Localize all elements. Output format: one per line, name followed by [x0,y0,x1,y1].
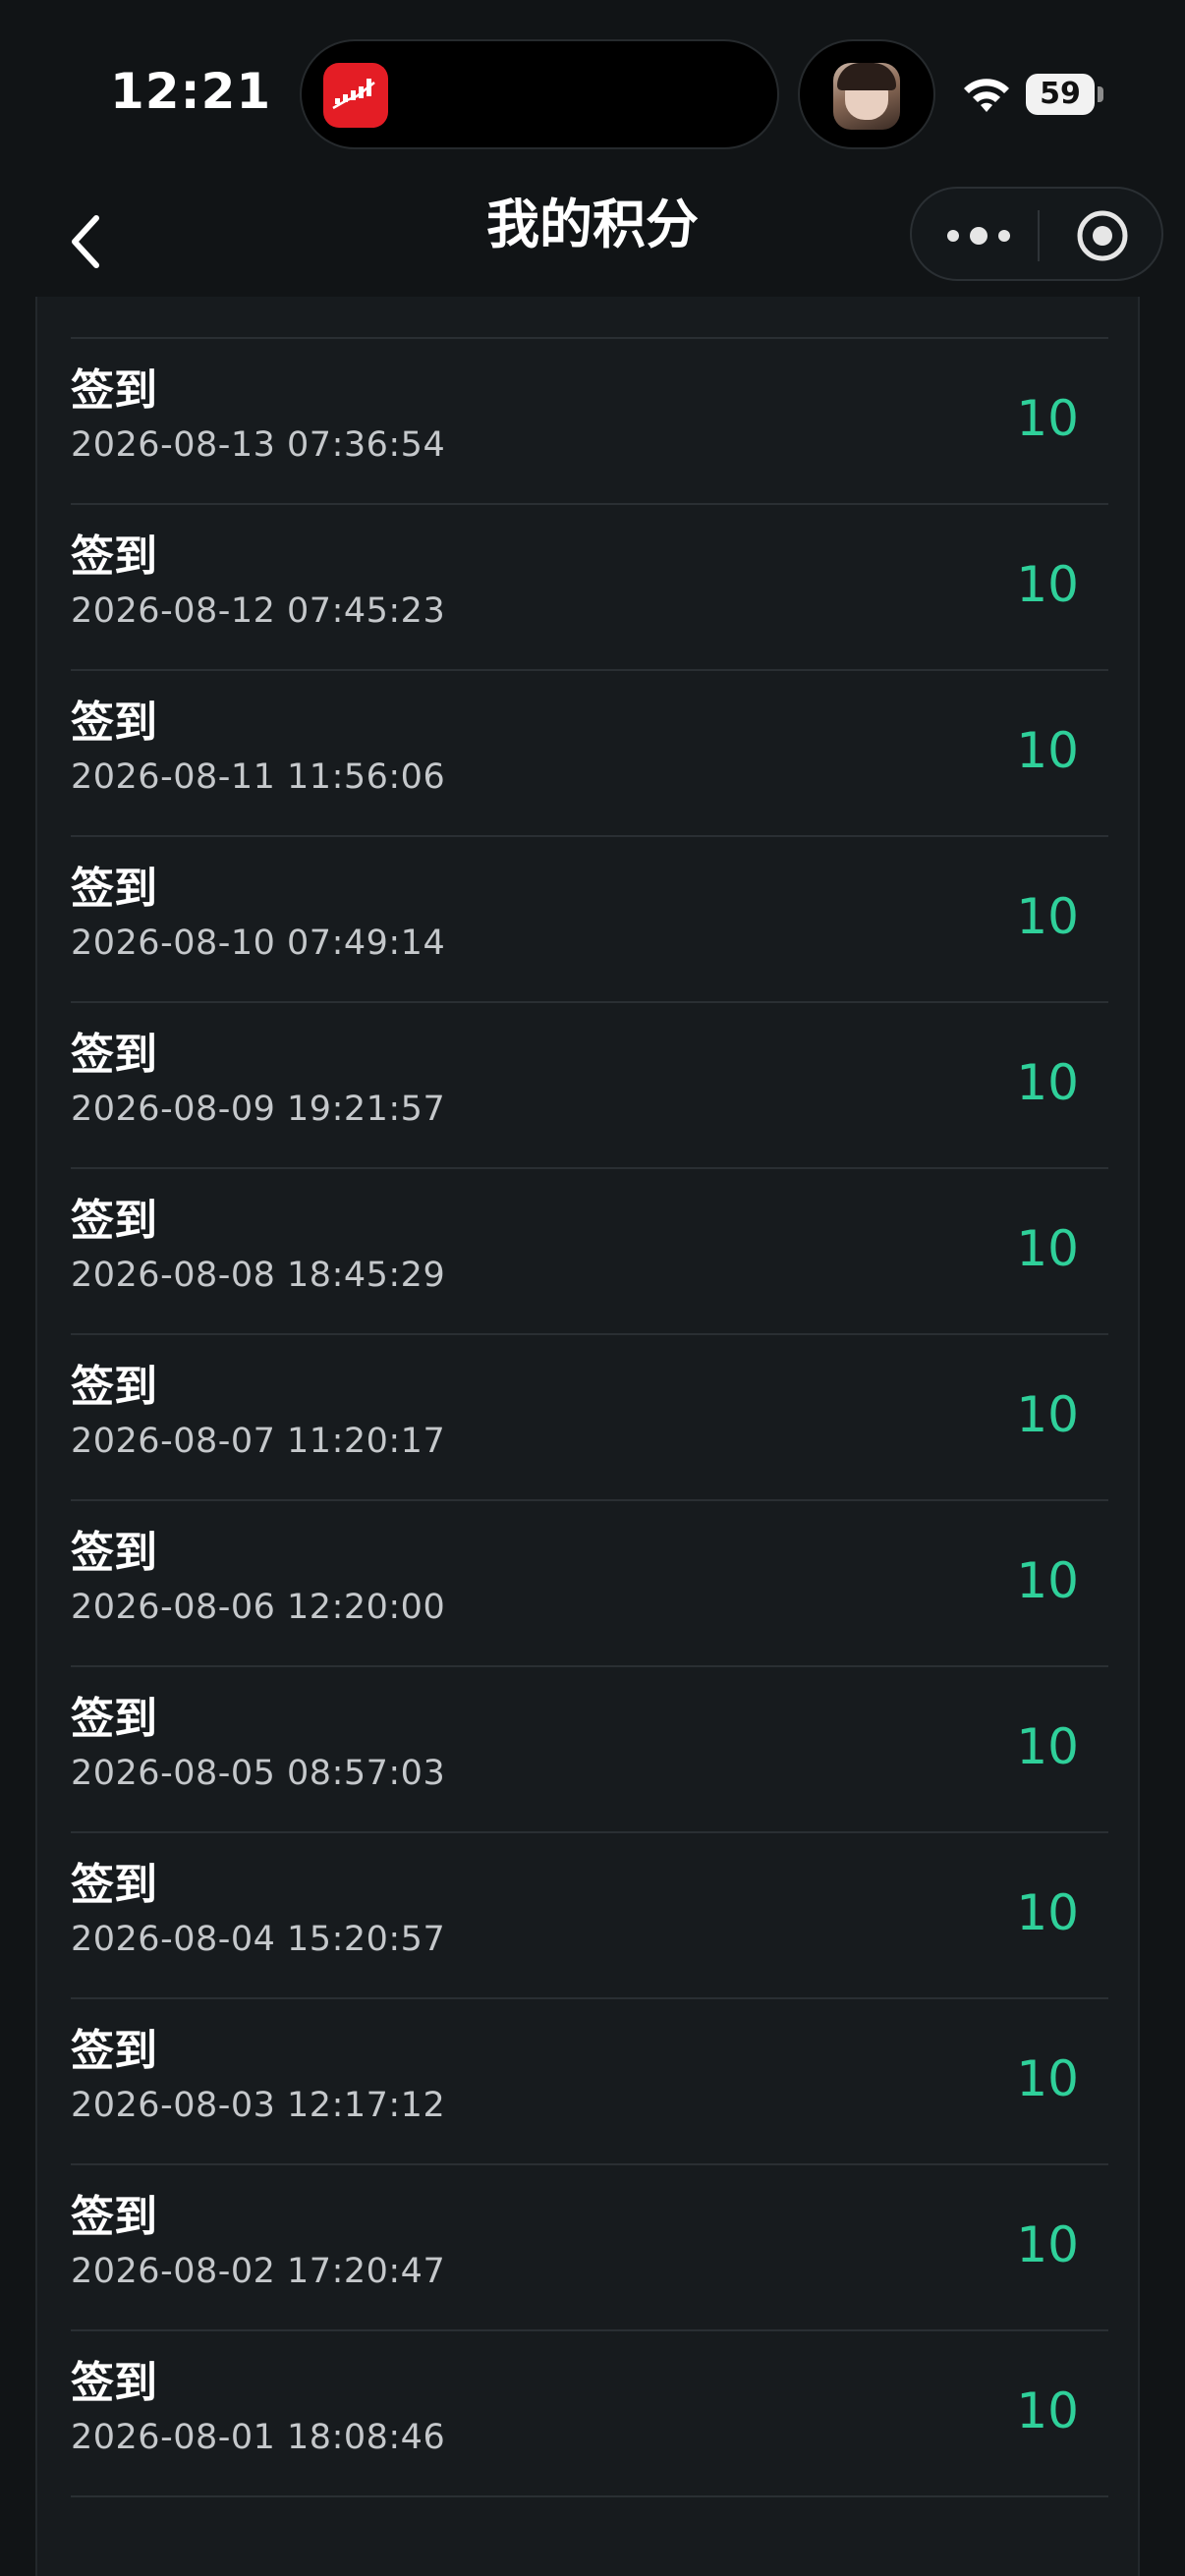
list-item[interactable]: 签到 2026-08-12 07:45:23 10 [71,505,1108,671]
record-points: 10 [1016,1220,1079,1277]
record-title: 签到 [71,1030,157,1080]
record-points: 10 [1016,556,1079,613]
nav-bar: 我的积分 [0,187,1185,297]
record-title: 签到 [71,1528,157,1578]
record-points: 10 [1016,722,1079,779]
list-item[interactable]: 签到 2026-08-02 17:20:47 10 [71,2165,1108,2331]
list-item[interactable]: 签到 2026-08-04 15:20:57 10 [71,1833,1108,1999]
app-badge-icon [323,63,388,128]
record-points: 10 [1016,1884,1079,1941]
record-points: 10 [1016,1552,1079,1609]
capsule-divider [1038,210,1040,261]
record-time: 2026-08-02 17:20:47 [71,2252,446,2291]
record-title: 签到 [71,698,157,748]
record-title: 签到 [71,2192,157,2242]
avatar [833,63,900,130]
record-time: 2026-08-13 07:36:54 [71,425,446,465]
record-title: 签到 [71,2358,157,2408]
close-target-icon[interactable] [1073,206,1132,265]
list-item[interactable]: 签到 2026-08-13 07:36:54 10 [71,339,1108,505]
status-bar: 12:21 59 [0,0,1185,187]
screen: 12:21 59 我的积分 签到 2026-08-13 07:36:54 10 … [0,0,1185,2576]
record-title: 签到 [71,1860,157,1910]
battery-tip [1098,86,1103,102]
battery-level: 59 [1040,77,1081,111]
record-title: 签到 [71,1196,157,1246]
record-title: 签到 [71,365,157,416]
record-time: 2026-08-12 07:45:23 [71,591,446,631]
status-time: 12:21 [110,63,272,120]
record-title: 签到 [71,1362,157,1412]
list-item[interactable]: 签到 2026-08-08 18:45:29 10 [71,1169,1108,1335]
dynamic-island[interactable] [300,39,779,149]
record-points: 10 [1016,1718,1079,1775]
record-points: 10 [1016,390,1079,447]
wifi-icon [964,79,1009,112]
record-time: 2026-08-03 12:17:12 [71,2086,446,2125]
list-item[interactable]: 签到 2026-08-06 12:20:00 10 [71,1501,1108,1667]
record-title: 签到 [71,864,157,914]
list-item[interactable]: 签到 2026-08-11 11:56:06 10 [71,671,1108,837]
record-time: 2026-08-05 08:57:03 [71,1754,446,1793]
record-time: 2026-08-01 18:08:46 [71,2418,446,2457]
record-time: 2026-08-06 12:20:00 [71,1588,446,1627]
live-activity[interactable] [798,39,935,149]
record-title: 签到 [71,1694,157,1744]
record-time: 2026-08-07 11:20:17 [71,1422,446,1461]
list-item[interactable]: 签到 2026-08-03 12:17:12 10 [71,1999,1108,2165]
record-time: 2026-08-04 15:20:57 [71,1920,446,1959]
list-item[interactable]: 签到 2026-08-01 18:08:46 10 [71,2331,1108,2497]
record-time: 2026-08-11 11:56:06 [71,757,446,797]
record-points: 10 [1016,888,1079,945]
record-points: 10 [1016,2050,1079,2107]
mini-program-capsule [910,187,1163,281]
record-time: 2026-08-08 18:45:29 [71,1256,446,1295]
record-points: 10 [1016,1054,1079,1111]
record-time: 2026-08-10 07:49:14 [71,924,446,963]
record-time: 2026-08-09 19:21:57 [71,1090,446,1129]
points-record-list: 签到2026-08-14 11:56:2810签到2026-08-13 07:3… [35,199,1140,2576]
battery-icon: 59 [1026,74,1095,115]
record-title: 签到 [71,532,157,582]
list-item[interactable]: 签到 2026-08-05 08:57:03 10 [71,1667,1108,1833]
record-title: 签到 [71,2026,157,2076]
more-icon[interactable] [939,216,1018,255]
record-points: 10 [1016,1386,1079,1443]
record-points: 10 [1016,2382,1079,2439]
list-item[interactable]: 签到 2026-08-09 19:21:57 10 [71,1003,1108,1169]
list-item[interactable]: 签到 2026-08-10 07:49:14 10 [71,837,1108,1003]
list-item[interactable]: 签到 2026-08-07 11:20:17 10 [71,1335,1108,1501]
record-points: 10 [1016,2216,1079,2273]
